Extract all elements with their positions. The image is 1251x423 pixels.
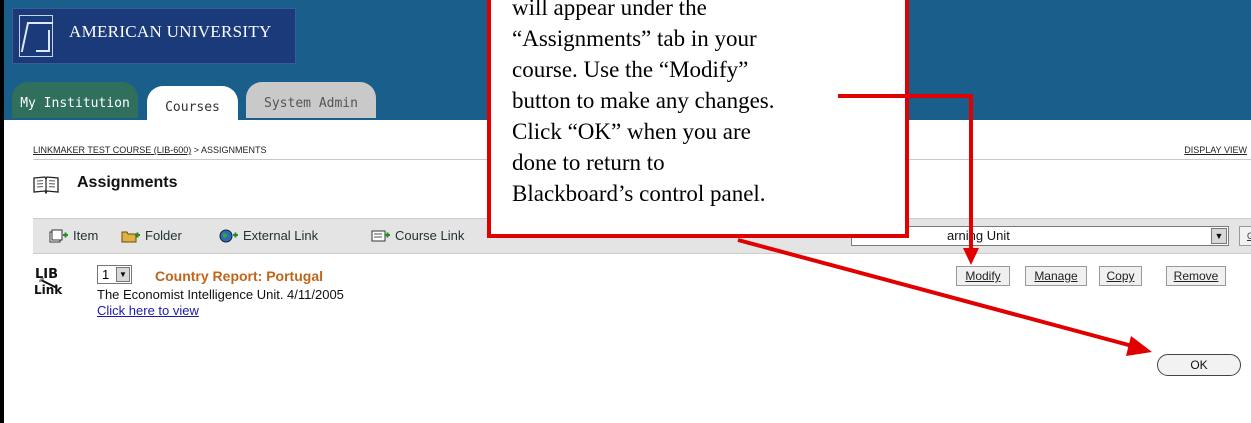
university-logo[interactable]: AMERICAN UNIVERSITY xyxy=(12,8,296,64)
go-button[interactable]: Go xyxy=(1239,226,1251,246)
callout-line: button to make any changes. xyxy=(512,88,775,113)
callout-line: Click “OK” when you are xyxy=(512,119,751,144)
dropdown-arrow-icon[interactable]: ▼ xyxy=(1211,228,1227,244)
callout-text: will appear under the “Assignments” tab … xyxy=(512,0,892,209)
folder-add-icon xyxy=(121,231,140,242)
callout-line: done to return to xyxy=(512,150,665,175)
add-item-button[interactable]: Item xyxy=(49,228,98,243)
callout-line: “Assignments” tab in your xyxy=(512,26,757,51)
tab-system-admin[interactable]: System Admin xyxy=(246,82,376,118)
content-item: LIB Link 1 ▼ Country Report: Portugal Th… xyxy=(33,262,1251,332)
callout-line: will appear under the xyxy=(512,0,707,20)
svg-text:Link: Link xyxy=(34,283,63,297)
breadcrumb-separator: > xyxy=(191,145,201,155)
ok-arrowhead xyxy=(1126,336,1152,356)
course-link-icon xyxy=(371,230,390,241)
add-item-label: Item xyxy=(73,228,99,243)
callout-line: Blackboard’s control panel. xyxy=(512,181,766,206)
globe-link-icon xyxy=(219,229,238,242)
display-view-link[interactable]: DISPLAY VIEW xyxy=(1184,145,1247,155)
breadcrumb-course-link[interactable]: LINKMAKER TEST COURSE (LIB-600) xyxy=(33,145,191,155)
add-folder-label: Folder xyxy=(145,228,182,243)
page-title: Assignments xyxy=(77,174,178,191)
screenshot-frame: AMERICAN UNIVERSITY My Institution Cours… xyxy=(0,0,1251,423)
content-type-select-value: arning Unit xyxy=(947,228,1010,243)
add-external-link-button[interactable]: External Link xyxy=(219,228,318,243)
logo-text: AMERICAN UNIVERSITY xyxy=(69,22,272,41)
item-add-icon xyxy=(49,229,68,242)
copy-button[interactable]: Copy xyxy=(1099,266,1142,286)
callout-line: course. Use the “Modify” xyxy=(512,57,749,82)
add-external-link-label: External Link xyxy=(243,228,319,243)
breadcrumb: LINKMAKER TEST COURSE (LIB-600) > ASSIGN… xyxy=(33,145,267,155)
liblink-icon: LIB Link xyxy=(34,267,63,297)
seal-icon xyxy=(19,15,54,57)
item-order-select[interactable]: 1 ▼ xyxy=(97,265,132,284)
manage-button[interactable]: Manage xyxy=(1025,266,1087,286)
breadcrumb-current: ASSIGNMENTS xyxy=(200,145,267,155)
add-folder-button[interactable]: Folder xyxy=(121,228,182,243)
item-order-value: 1 xyxy=(102,267,110,282)
remove-button[interactable]: Remove xyxy=(1166,266,1226,286)
add-course-link-label: Course Link xyxy=(395,228,465,243)
book-icon xyxy=(33,176,59,194)
item-view-link[interactable]: Click here to view xyxy=(97,303,199,318)
add-course-link-button[interactable]: Course Link xyxy=(371,228,464,243)
tab-my-institution[interactable]: My Institution xyxy=(12,82,138,118)
item-title: Country Report: Portugal xyxy=(155,268,323,284)
modify-button[interactable]: Modify xyxy=(956,266,1010,286)
item-description: The Economist Intelligence Unit. 4/11/20… xyxy=(97,287,344,302)
ok-button[interactable]: OK xyxy=(1157,354,1241,376)
svg-text:LIB: LIB xyxy=(35,267,58,282)
tab-courses[interactable]: Courses xyxy=(147,86,238,120)
instruction-callout: will appear under the “Assignments” tab … xyxy=(487,0,909,238)
dropdown-arrow-icon[interactable]: ▼ xyxy=(116,267,130,282)
